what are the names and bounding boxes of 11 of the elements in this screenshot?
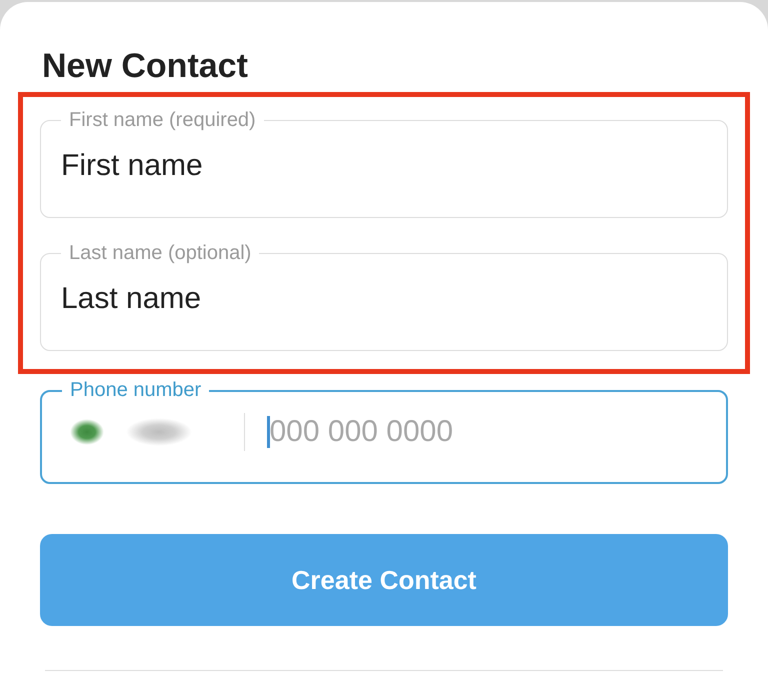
phone-input[interactable]: 000 000 0000 [270, 412, 706, 452]
text-cursor-icon [267, 416, 270, 448]
outlined-field[interactable]: First name (required) First name [40, 109, 728, 218]
field-label: First name (required) [68, 109, 257, 132]
field-label: Phone number [69, 379, 202, 402]
outlined-field[interactable]: Last name (optional) Last name [40, 242, 728, 351]
name-input[interactable]: Last name [61, 279, 707, 319]
blurred-flag-icon [70, 419, 104, 445]
name-input[interactable]: First name [61, 146, 707, 186]
field-label: Last name (optional) [68, 242, 252, 265]
dialog-title: New Contact [41, 46, 248, 86]
